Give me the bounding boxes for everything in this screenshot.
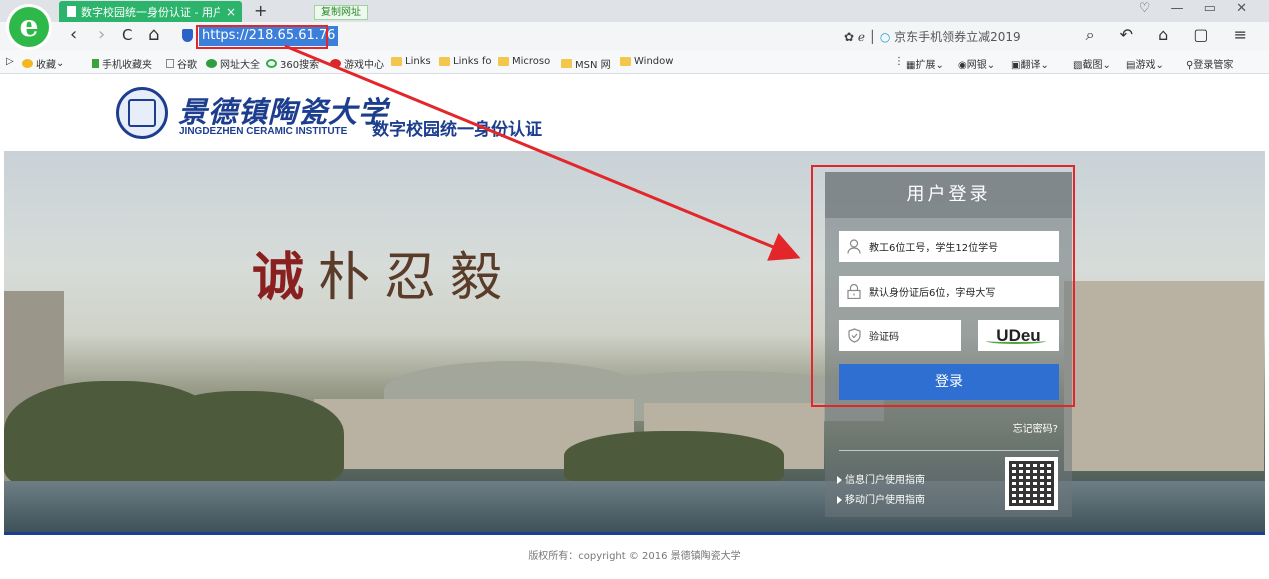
copy-url-button[interactable]: 复制网址 [314,5,368,20]
toolbar-extensions[interactable]: ▦扩展⌄ [906,56,944,71]
bookmark-windows[interactable]: Window [620,56,673,67]
bookmarks-bar: ▷ 收藏 ⌄ 手机收藏夹 谷歌 网址大全 360搜索 游戏中心 Links Lin… [0,50,1269,74]
school-name-en: JINGDEZHEN CERAMIC INSTITUTE [179,126,348,137]
bookmark-daohang[interactable]: 网址大全 [206,56,260,71]
search-suggestion[interactable]: 京东手机领券立减2019 [894,30,1021,44]
toolbar-bank[interactable]: ◉网银⌄ [958,56,995,71]
qr-code [1005,457,1058,510]
triangle-icon [837,496,842,504]
annotation-url-highlight [196,25,328,49]
campus-banner: 诚朴忍毅 [4,151,1265,534]
game-icon [330,59,341,68]
forgot-password-link[interactable]: 忘记密码? [1013,420,1058,435]
bookmark-mobile[interactable]: 手机收藏夹 [92,56,152,71]
bookmark-360-search[interactable]: 360搜索 [266,56,319,71]
bookmark-links[interactable]: Links [391,56,431,67]
folder-icon [391,57,402,66]
portal-guide-link[interactable]: 信息门户使用指南 [837,471,925,486]
shield-icon [182,29,193,42]
bookmark-msn[interactable]: MSN 网 [561,56,611,71]
bookmark-microsoft[interactable]: Microso [498,56,550,67]
site-header: 景德镇陶瓷大学 JINGDEZHEN CERAMIC INSTITUTE 数字校… [0,75,1269,151]
back-button[interactable]: ‹ [70,24,77,45]
search-engine-icon: ○ [879,30,891,44]
bookmark-games[interactable]: 游戏中心 [330,56,384,71]
address-search-area[interactable]: ✿ ℯ │ ○ 京东手机领券立减2019 [844,28,1021,45]
school-seal-logo [116,87,168,139]
school-motto: 诚朴忍毅 [252,247,517,308]
bookmark-links-fo[interactable]: Links fo [439,56,492,67]
browser-logo-icon: e [6,4,52,50]
address-bar: ‹ › C ⌂ https://218.65.61.76 ✿ ℯ │ ○ 京东手… [0,22,1269,50]
tab-close-icon[interactable]: × [226,5,236,19]
toolbar-screenshot[interactable]: ▧截图⌄ [1073,56,1111,71]
sidebar-toggle-icon[interactable]: ▷ [6,56,14,67]
folder-icon [620,57,631,66]
annotation-login-highlight [811,165,1075,407]
lake [4,481,1265,534]
extension-icon: ✿ ℯ │ [844,30,877,44]
360-icon [266,59,277,68]
more-icon[interactable]: ⋮ [894,56,904,67]
system-name: 数字校园统一身份认证 [372,120,542,140]
folder-icon [561,59,572,68]
campus-building [1064,281,1264,471]
divider [839,450,1059,451]
phone-icon [92,59,99,68]
triangle-icon [837,476,842,484]
star-icon [22,59,33,68]
home-button[interactable]: ⌂ [148,24,159,45]
folder-icon [439,57,450,66]
toolbar-games[interactable]: ▤游戏⌄ [1126,56,1164,71]
tab-title: 数字校园统一身份认证 - 用户登录 [81,5,220,19]
trees [564,431,784,486]
refresh-button[interactable]: C [122,26,132,44]
document-icon [67,6,76,17]
school-name-cn: 景德镇陶瓷大学 [178,95,389,129]
banner-bottom-bar [4,532,1265,535]
toolbar-login-manager[interactable]: ⚲登录管家 [1186,56,1233,71]
bookmark-google[interactable]: 谷歌 [166,56,197,71]
copyright-footer: 版权所有：copyright © 2016 景德镇陶瓷大学 [528,551,741,562]
tab-bar: 数字校园统一身份认证 - 用户登录 × + 复制网址 ♡ — ▭ ✕ [0,0,1269,22]
bookmark-favorites[interactable]: 收藏 ⌄ [22,56,64,71]
toolbar-translate[interactable]: ▣翻译⌄ [1011,56,1049,71]
new-tab-button[interactable]: + [254,1,267,20]
folder-icon [498,57,509,66]
address-tools[interactable]: ⌕ ↶ ⌂ ▢ ≡ [1086,25,1257,45]
trees [144,391,344,486]
mobile-guide-link[interactable]: 移动门户使用指南 [837,491,925,506]
forward-button[interactable]: › [98,24,105,45]
window-controls[interactable]: ♡ — ▭ ✕ [1139,1,1255,16]
page-icon [166,59,174,68]
tab-active[interactable]: 数字校园统一身份认证 - 用户登录 × [59,1,242,22]
globe-icon [206,59,217,68]
